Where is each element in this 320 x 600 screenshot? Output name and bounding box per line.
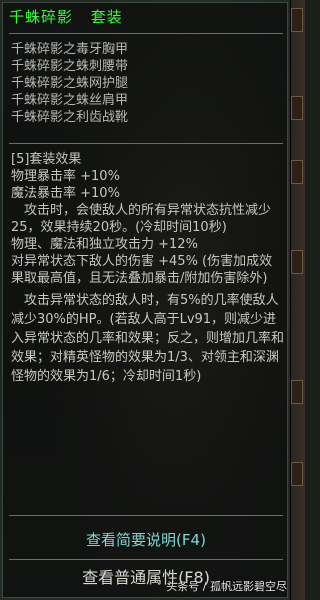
effect-line: 物理、魔法和独立攻击力 +12% (11, 237, 198, 252)
set-item: 千蛛碎影之蛛网护腿 (11, 76, 129, 91)
set-effects: [5]套装效果 物理暴击率 +10% 魔法暴击率 +10% 攻击时，会使敌人的所… (11, 151, 285, 287)
divider (9, 33, 283, 34)
effect-line: 魔法暴击率 +10% (11, 186, 120, 201)
set-label: 套装 (90, 8, 123, 26)
inventory-slot[interactable] (291, 380, 303, 404)
divider (9, 143, 283, 144)
inventory-slot[interactable] (291, 462, 303, 486)
inventory-slot[interactable] (291, 250, 303, 274)
divider (9, 559, 283, 560)
inventory-slot[interactable] (291, 8, 303, 32)
effect-line: 物理暴击率 +10% (11, 169, 120, 184)
inventory-slot[interactable] (291, 96, 303, 120)
item-tooltip-panel: 千蛛碎影 套装 千蛛碎影之毒牙胸甲 千蛛碎影之蛛刺腰带 千蛛碎影之蛛网护腿 千蛛… (2, 2, 288, 598)
set-item: 千蛛碎影之蛛丝肩甲 (11, 93, 129, 108)
effect-line: 攻击时，会使敌人的所有异常状态抗性减少25，效果持续20秒。(冷却时间10秒) (11, 203, 272, 235)
view-summary-button[interactable]: 查看简要说明(F4) (3, 529, 289, 551)
divider (9, 515, 283, 516)
set-title: 千蛛碎影 套装 (9, 7, 123, 27)
set-name: 千蛛碎影 (9, 8, 74, 26)
inventory-slot[interactable] (291, 160, 303, 184)
set-items-list: 千蛛碎影之毒牙胸甲 千蛛碎影之蛛刺腰带 千蛛碎影之蛛网护腿 千蛛碎影之蛛丝肩甲 … (11, 41, 285, 126)
set-item: 千蛛碎影之毒牙胸甲 (11, 42, 129, 57)
effect-line: 对异常状态下敌人的伤害 +45% (伤害加成效果取最高值，且无法叠加暴击/附加伤… (11, 254, 273, 286)
set-item: 千蛛碎影之蛛刺腰带 (11, 59, 129, 74)
abnormal-status-description: 攻击异常状态的敌人时，有5%的几率使敌人减少30%的HP。(若敌人高于Lv91，… (11, 293, 285, 384)
watermark: 头条号 / 孤帆远影碧空尽 (166, 580, 287, 593)
inventory-edge (290, 0, 305, 600)
set-item: 千蛛碎影之利齿战靴 (11, 110, 129, 125)
set-effects-header: [5]套装效果 (11, 152, 82, 167)
